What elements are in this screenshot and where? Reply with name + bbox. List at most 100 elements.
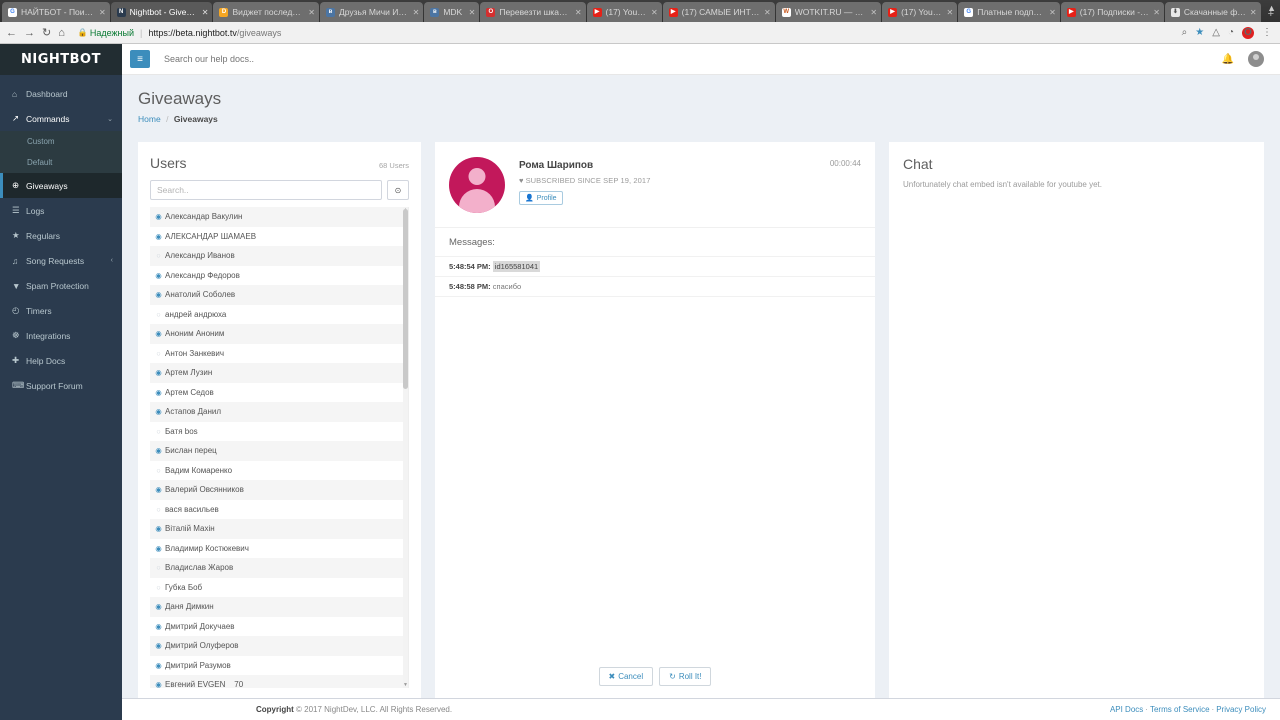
browser-tab[interactable]: вДрузья Мичи Иванов✕ — [319, 2, 424, 22]
user-list-item[interactable]: ○ Губка Боб — [150, 578, 408, 598]
sidebar-item-commands[interactable]: ↗ Commands ⌄ — [0, 106, 122, 131]
user-selected-icon[interactable]: ◉ — [152, 446, 165, 455]
user-list-item[interactable]: ◉ Даня Димкин — [150, 597, 408, 617]
user-list-item[interactable]: ◉ Дмитрий Олуферов — [150, 636, 408, 656]
user-selected-icon[interactable]: ◉ — [152, 622, 165, 631]
browser-tab[interactable]: NNightbot - Giveaways✕ — [110, 2, 213, 22]
user-unselected-icon[interactable]: ○ — [152, 310, 165, 319]
users-list[interactable]: ◉ Александар Вакулин ◉ АЛЕКСАНДАР ШАМАЕВ ○ Ал… — [150, 207, 409, 688]
tab-close-icon[interactable]: ✕ — [202, 8, 209, 17]
tab-close-icon[interactable]: ✕ — [870, 8, 877, 17]
footer-link[interactable]: Terms of Service — [1150, 705, 1210, 714]
user-list-item[interactable]: ○ Антон Занкевич — [150, 344, 408, 364]
forward-icon[interactable]: → — [24, 27, 35, 39]
user-list-item[interactable]: ◉ Александр Федоров — [150, 266, 408, 286]
tab-close-icon[interactable]: ✕ — [308, 8, 315, 17]
address-bar[interactable]: 🔒 Надежный | https://beta.nightbot.tv/gi… — [78, 25, 1176, 40]
user-selected-icon[interactable]: ◉ — [152, 680, 165, 688]
cancel-button[interactable]: ✖ Cancel — [598, 667, 654, 686]
extension-two-icon[interactable]: ◔ — [1228, 27, 1234, 38]
user-selected-icon[interactable]: ◉ — [152, 407, 165, 416]
footer-link[interactable]: Privacy Policy — [1216, 705, 1266, 714]
notifications-bell-icon[interactable]: 🔔 — [1222, 54, 1234, 65]
user-unselected-icon[interactable]: ○ — [152, 466, 165, 475]
sidebar-item-giveaways[interactable]: ⊕ Giveaways — [0, 173, 122, 198]
bookmark-star-icon[interactable]: ★ — [1195, 27, 1204, 38]
footer-link[interactable]: API Docs — [1110, 705, 1143, 714]
user-unselected-icon[interactable]: ○ — [152, 349, 165, 358]
tab-close-icon[interactable]: ✕ — [1049, 8, 1056, 17]
user-list-item[interactable]: ○ Владислав Жаров — [150, 558, 408, 578]
user-selected-icon[interactable]: ◉ — [152, 661, 165, 670]
browser-tab[interactable]: WWOTKIT.RU — новый✕ — [775, 2, 882, 22]
sidebar-item-timers[interactable]: ◴ Timers — [0, 298, 122, 323]
tab-close-icon[interactable]: ✕ — [413, 8, 420, 17]
window-controls[interactable]: ▲ — [1267, 3, 1276, 13]
user-selected-icon[interactable]: ◉ — [152, 212, 165, 221]
user-unselected-icon[interactable]: ○ — [152, 251, 165, 260]
opera-icon[interactable]: O — [1242, 26, 1254, 39]
user-list-item[interactable]: ◉ Дмитрий Докучаев — [150, 617, 408, 637]
scroll-down-arrow[interactable]: ▼ — [403, 682, 408, 688]
sidebar-item-help-docs[interactable]: ✚ Help Docs — [0, 348, 122, 373]
user-list-item[interactable]: ○ Александр Иванов — [150, 246, 408, 266]
view-profile-button[interactable]: 👤 Profile — [519, 191, 563, 205]
user-selected-icon[interactable]: ◉ — [152, 524, 165, 533]
home-icon[interactable]: ⌂ — [58, 27, 65, 39]
tab-close-icon[interactable]: ✕ — [1250, 8, 1257, 17]
user-list-item[interactable]: ○ Батя bos — [150, 422, 408, 442]
user-unselected-icon[interactable]: ○ — [152, 427, 165, 436]
user-selected-icon[interactable]: ◉ — [152, 388, 165, 397]
sidebar-item-integrations[interactable]: ☸ Integrations — [0, 323, 122, 348]
user-selected-icon[interactable]: ◉ — [152, 290, 165, 299]
tab-close-icon[interactable]: ✕ — [947, 8, 954, 17]
browser-tab[interactable]: ▶(17) YouTube ✕ — [882, 2, 958, 22]
user-list-item[interactable]: ○ Вадим Комаренко — [150, 461, 408, 481]
extension-one-icon[interactable]: △ — [1212, 27, 1220, 38]
browser-menu-icon[interactable]: ⋮ — [1262, 27, 1272, 38]
tab-close-icon[interactable]: ✕ — [575, 8, 582, 17]
reload-icon[interactable]: ↻ — [42, 26, 51, 39]
tab-close-icon[interactable]: ✕ — [99, 8, 106, 17]
sidebar-item-song-requests[interactable]: ♫ Song Requests ‹ — [0, 248, 122, 273]
browser-tab[interactable]: в МDK ✕ — [424, 2, 480, 22]
browser-tab[interactable]: ▶(17) Подписки - YouT✕ — [1060, 2, 1164, 22]
user-unselected-icon[interactable]: ○ — [152, 563, 165, 572]
user-selected-icon[interactable]: ◉ — [152, 602, 165, 611]
tab-close-icon[interactable]: ✕ — [469, 8, 476, 17]
users-search-input[interactable] — [150, 180, 382, 200]
zoom-icon[interactable]: ⌕ — [1182, 27, 1188, 38]
sidebar-item-support-forum[interactable]: ⌨ Support Forum — [0, 373, 122, 398]
user-list-item[interactable]: ◉ Дмитрий Разумов — [150, 656, 408, 676]
browser-tab[interactable]: GПлатные подписки в✕ — [958, 2, 1060, 22]
browser-tab[interactable]: ⬇Скачанные файлы✕ — [1164, 2, 1261, 22]
user-selected-icon[interactable]: ◉ — [152, 485, 165, 494]
users-list-scrollbar[interactable]: ▲ ▼ — [403, 207, 408, 688]
user-list-item[interactable]: ◉ Артем Седов — [150, 383, 408, 403]
tab-close-icon[interactable]: ✕ — [1153, 8, 1160, 17]
roll-it-button[interactable]: ↻ Roll It! — [659, 667, 712, 686]
tab-close-icon[interactable]: ✕ — [651, 8, 658, 17]
user-list-item[interactable]: ○ вася васильев — [150, 500, 408, 520]
user-selected-icon[interactable]: ◉ — [152, 641, 165, 650]
tab-close-icon[interactable]: ✕ — [764, 8, 771, 17]
sidebar-item-logs[interactable]: ☰ Logs — [0, 198, 122, 223]
user-list-item[interactable]: ◉ АЛЕКСАНДАР ШАМАЕВ — [150, 227, 408, 247]
user-list-item[interactable]: ◉ Владимир Костюкевич — [150, 539, 408, 559]
back-icon[interactable]: ← — [6, 27, 17, 39]
browser-tab[interactable]: OПеревезти шкаф сте- ✕ — [480, 2, 586, 22]
user-selected-icon[interactable]: ◉ — [152, 368, 165, 377]
user-selected-icon[interactable]: ◉ — [152, 271, 165, 280]
brand-logo[interactable]: NIGHTBOT — [0, 44, 122, 75]
browser-tab[interactable]: DВиджет последних со✕ — [213, 2, 319, 22]
users-list-scroll-thumb[interactable] — [403, 209, 408, 389]
user-list-item[interactable]: ◉ Віталій Махін — [150, 519, 408, 539]
sidebar-item-regulars[interactable]: ★ Regulars — [0, 223, 122, 248]
sidebar-toggle-button[interactable]: ≡ — [130, 50, 150, 68]
browser-tab[interactable]: ▶(17) САМЫЕ ИНТЕРЕС✕ — [662, 2, 775, 22]
sidebar-item-spam-protection[interactable]: ▼ Spam Protection — [0, 273, 122, 298]
user-list-item[interactable]: ◉ Евгений EVGEN__70 — [150, 675, 408, 688]
user-list-item[interactable]: ◉ Бислан перец — [150, 441, 408, 461]
user-list-item[interactable]: ◉ Анатолий Соболев — [150, 285, 408, 305]
user-selected-icon[interactable]: ◉ — [152, 232, 165, 241]
